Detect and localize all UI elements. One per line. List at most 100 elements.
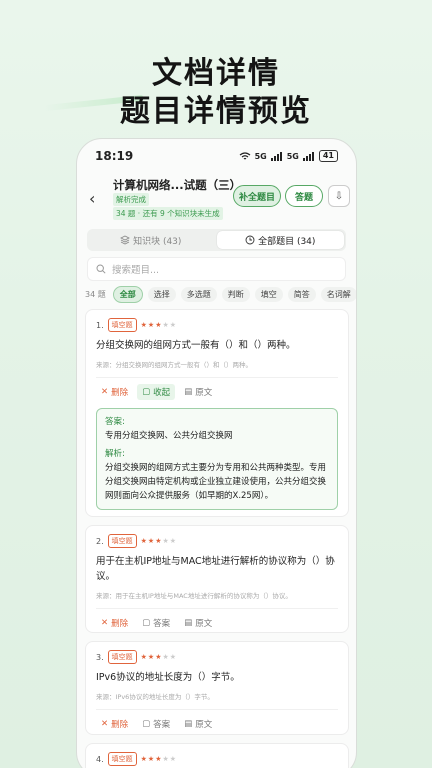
question-text: IPv6协议的地址长度为（）字节。 — [96, 672, 240, 683]
battery-icon: 41 — [318, 150, 338, 162]
question-header: 4. 填空题 ★★★★★ — [96, 752, 338, 766]
source-button[interactable]: ▤ 原文 — [179, 615, 217, 631]
progress-badge: 34 题 · 还有 9 个知识块未生成 — [113, 207, 223, 220]
filter-term[interactable]: 名词解 — [320, 286, 356, 302]
book-icon: ▢ — [142, 618, 151, 628]
answer-button[interactable]: 答题 — [285, 185, 323, 207]
filter-all[interactable]: 全部 — [112, 285, 143, 303]
tab-knowledge-label: 知识块 (43) — [133, 236, 182, 247]
filter-choice[interactable]: 选择 — [147, 286, 176, 302]
search-placeholder: 搜索题目... — [112, 265, 160, 276]
show-answer-button[interactable]: ▢ 答案 — [137, 716, 175, 732]
question-card: 3. 填空题 ★★★★★ IPv6协议的地址长度为（）字节。 来源：IPv6协议… — [85, 641, 349, 735]
question-source: 来源：用于在主机IP地址与MAC地址进行解析的协议称为（）协议。 — [96, 592, 292, 600]
difficulty-stars: ★★★★★ — [140, 653, 178, 661]
question-number: 3. — [96, 652, 104, 662]
signal-icon-2 — [302, 151, 314, 161]
question-header: 2. 填空题 ★★★★★ — [96, 534, 338, 548]
question-header: 1. 填空题 ★★★★★ — [96, 318, 338, 332]
question-number: 1. — [96, 320, 104, 330]
question-type-badge: 填空题 — [107, 318, 137, 332]
show-answer-button[interactable]: ▢ 答案 — [137, 615, 175, 631]
question-text: 用于在主机IP地址与MAC地址进行解析的协议称为（）协议。 — [96, 556, 335, 582]
book-icon: ▢ — [142, 719, 151, 729]
search-input[interactable]: 搜索题目... — [87, 257, 346, 281]
tab-bar: 知识块 (43) 全部题目 (34) — [87, 229, 346, 251]
question-source: 来源：分组交换网的组网方式一般有（）和（）两种。 — [96, 361, 252, 369]
filter-fill-blank[interactable]: 填空 — [254, 286, 283, 302]
promo-title-2: 题目详情预览 — [120, 94, 312, 129]
document-icon: ▤ — [184, 618, 193, 628]
question-count: 34 题 — [85, 289, 106, 299]
delete-button[interactable]: ✕ 删除 — [96, 615, 133, 631]
question-card: 2. 填空题 ★★★★★ 用于在主机IP地址与MAC地址进行解析的协议称为（）协… — [85, 525, 349, 633]
back-button[interactable]: ‹ — [89, 189, 95, 208]
delete-button[interactable]: ✕ 删除 — [96, 384, 133, 400]
delete-label: 删除 — [111, 388, 129, 398]
document-icon: ▤ — [184, 719, 193, 729]
collapse-button[interactable]: ▢ 收起 — [137, 384, 176, 400]
page-header: ‹ 计算机网络...试题（三） 解析完成 34 题 · 还有 9 个知识块未生成… — [77, 175, 356, 223]
question-number: 2. — [96, 536, 104, 546]
answer-text: 专用分组交换网、公共分组交换网 — [105, 431, 233, 441]
question-actions: ✕ 删除 ▢ 答案 ▤ 原文 — [96, 608, 338, 631]
page-title: 计算机网络...试题（三） — [113, 178, 242, 192]
download-icon: ⇩ — [334, 190, 344, 202]
fill-questions-button[interactable]: 补全题目 — [233, 185, 281, 207]
answer-label: 答案: — [105, 417, 125, 427]
layers-icon — [120, 235, 130, 245]
question-header: 3. 填空题 ★★★★★ — [96, 650, 338, 664]
download-button[interactable]: ⇩ — [328, 185, 350, 207]
close-icon: ✕ — [101, 719, 109, 729]
document-icon: ▤ — [184, 387, 193, 397]
question-card: 1. 填空题 ★★★★★ 分组交换网的组网方式一般有（）和（）两种。 来源：分组… — [85, 309, 349, 517]
question-type-badge: 填空题 — [107, 752, 137, 766]
tab-all-questions-label: 全部题目 (34) — [258, 236, 316, 247]
tab-all-questions[interactable]: 全部题目 (34) — [216, 231, 344, 249]
question-source: 来源：IPv6协议的地址长度为（）字节。 — [96, 693, 214, 701]
analysis-text: 分组交换网的组网方式主要分为专用和公共两种类型。专用分组交换网由特定机构或企业独… — [105, 463, 327, 501]
filter-bar: 34 题 全部 选择 多选题 判断 填空 简答 名词解 — [85, 285, 356, 303]
phone-frame: 18:19 5G 5G 41 ‹ 计算机网络...试题（三） 解析完成 34 题… — [76, 138, 357, 768]
show-answer-label: 答案 — [153, 619, 171, 629]
question-type-badge: 填空题 — [107, 534, 137, 548]
question-actions: ✕ 删除 ▢ 答案 ▤ 原文 — [96, 709, 338, 732]
status-bar: 18:19 5G 5G 41 — [77, 139, 356, 173]
question-actions: ✕ 删除 ▢ 收起 ▤ 原文 — [96, 377, 338, 400]
analysis-label: 解析: — [105, 449, 125, 459]
delete-button[interactable]: ✕ 删除 — [96, 716, 133, 732]
answer-panel: 答案: 专用分组交换网、公共分组交换网 解析: 分组交换网的组网方式主要分为专用… — [96, 408, 338, 510]
source-label: 原文 — [195, 619, 213, 629]
filter-multi-choice[interactable]: 多选题 — [180, 286, 217, 302]
show-answer-label: 答案 — [153, 720, 171, 730]
difficulty-stars: ★★★★★ — [140, 321, 178, 329]
delete-label: 删除 — [111, 619, 129, 629]
delete-label: 删除 — [111, 720, 129, 730]
question-type-badge: 填空题 — [107, 650, 137, 664]
source-label: 原文 — [195, 388, 213, 398]
signal-icon-1 — [270, 151, 282, 161]
close-icon: ✕ — [101, 618, 109, 628]
book-icon: ▢ — [142, 387, 151, 397]
question-number: 4. — [96, 754, 104, 764]
difficulty-stars: ★★★★★ — [140, 537, 178, 545]
source-button[interactable]: ▤ 原文 — [179, 716, 217, 732]
clock-icon — [245, 235, 255, 245]
close-icon: ✕ — [101, 387, 109, 397]
difficulty-stars: ★★★★★ — [140, 755, 178, 763]
status-icons: 5G 5G 41 — [239, 150, 338, 162]
source-label: 原文 — [195, 720, 213, 730]
network-2: 5G — [286, 151, 299, 161]
collapse-label: 收起 — [153, 388, 171, 398]
source-button[interactable]: ▤ 原文 — [179, 384, 217, 400]
question-text: 分组交换网的组网方式一般有（）和（）两种。 — [96, 340, 296, 351]
status-time: 18:19 — [95, 149, 134, 163]
filter-judge[interactable]: 判断 — [221, 286, 250, 302]
filter-short-answer[interactable]: 简答 — [287, 286, 316, 302]
question-card: 4. 填空题 ★★★★★ — [85, 743, 349, 768]
search-icon — [96, 264, 106, 274]
status-badge: 解析完成 — [113, 193, 149, 206]
tab-knowledge[interactable]: 知识块 (43) — [87, 229, 215, 251]
wifi-icon — [239, 151, 250, 159]
network-1: 5G — [254, 151, 267, 161]
